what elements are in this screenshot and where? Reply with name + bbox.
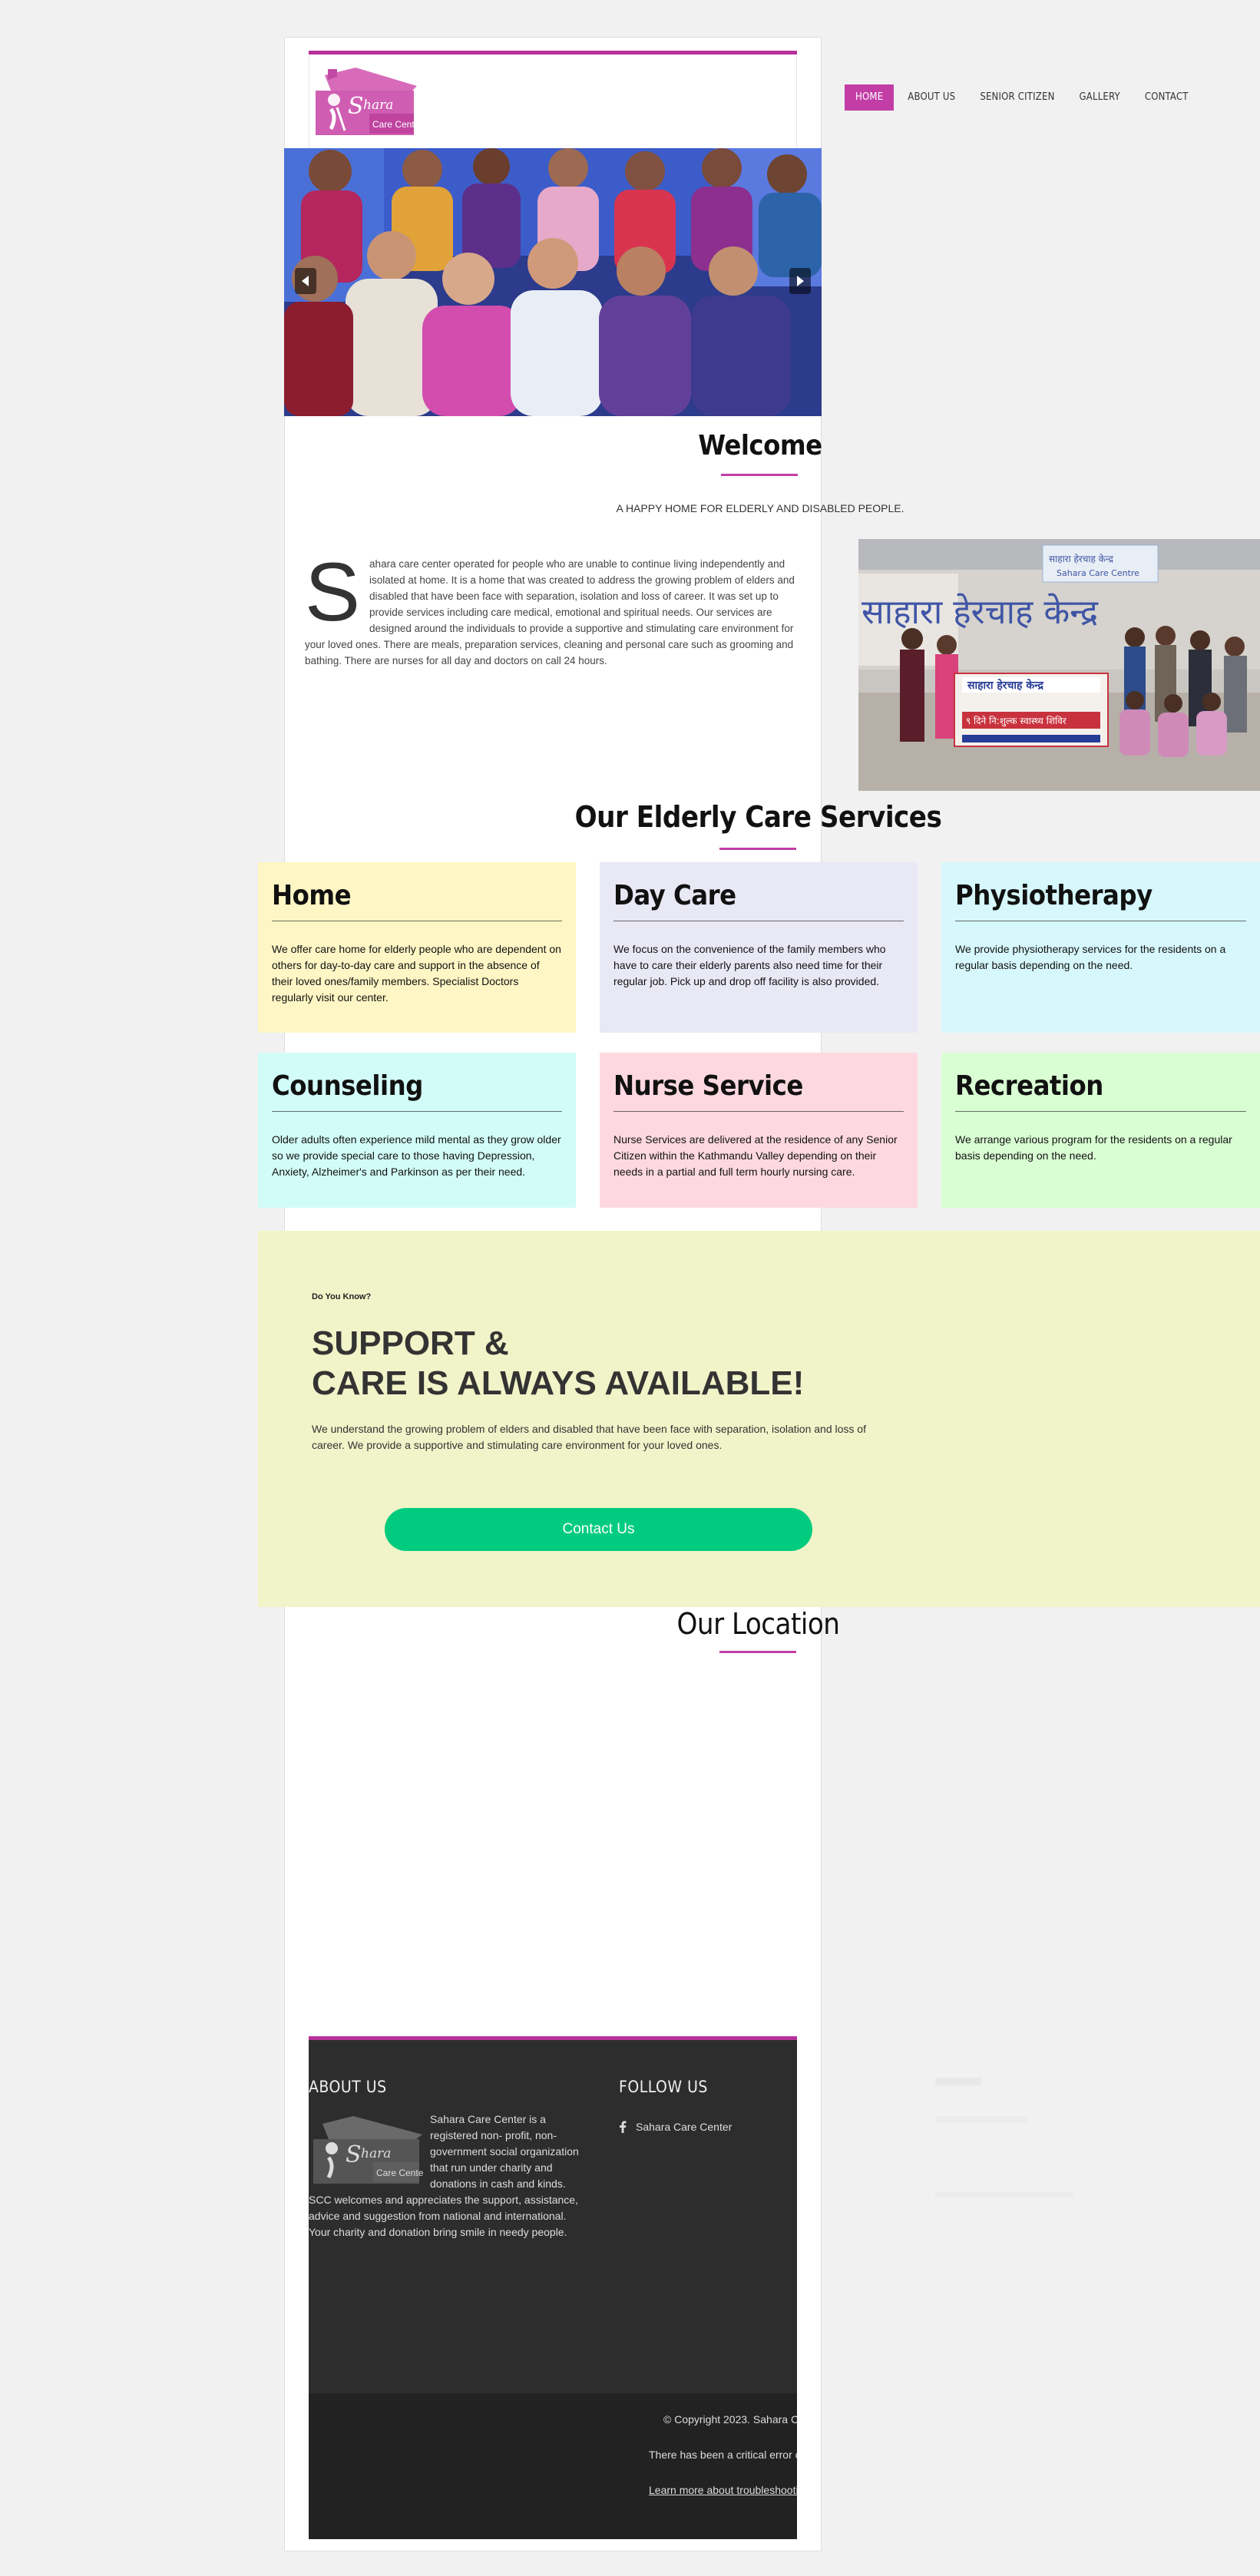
slider-next-button[interactable] (789, 268, 811, 294)
hero-slider-image (284, 148, 822, 416)
welcome-title: Welcome (698, 430, 822, 461)
facebook-link[interactable]: Sahara Care Center (619, 2121, 732, 2133)
service-card-counseling: Counseling Older adults often experience… (258, 1053, 576, 1208)
sign-small-devanagari: साहारा हेरचाह केन्द्र (1049, 554, 1114, 564)
service-card-text: We arrange various program for the resid… (955, 1133, 1232, 1162)
map-area[interactable] (309, 1666, 797, 2019)
service-card-title: Recreation (955, 1070, 1103, 1102)
service-card-day-care: Day Care We focus on the convenience of … (600, 862, 918, 1033)
sign-small-english: Sahara Care Centre (1057, 568, 1139, 578)
services-title: Our Elderly Care Services (574, 800, 942, 834)
facebook-link-label: Sahara Care Center (636, 2121, 733, 2133)
footer-about-title: ABOUT US (309, 2078, 387, 2096)
about-paragraph: S ahara care center operated for people … (305, 545, 809, 669)
support-heading-line-1: SUPPORT & (312, 1324, 509, 1362)
logo-text: hara (363, 98, 393, 113)
service-card-nurse-service: Nurse Service Nurse Services are deliver… (600, 1053, 918, 1208)
chevron-right-icon (797, 276, 804, 286)
contact-us-button[interactable]: Contact Us (385, 1508, 812, 1551)
nav-gallery[interactable]: GALLERY (1069, 84, 1131, 111)
banner-camp-text: ९ दिने नि:शुल्क स्वास्थ्य शिविर (966, 716, 1067, 727)
service-card-title: Home (272, 880, 352, 911)
service-card-title: Day Care (613, 880, 736, 911)
facebook-icon (620, 2121, 627, 2133)
main-nav: HOME ABOUT US SENIOR CITIZEN GALLERY CON… (845, 84, 1199, 111)
footer-follow-title: FOLLOW US (619, 2078, 708, 2096)
service-card-text: Nurse Services are delivered at the resi… (613, 1133, 898, 1178)
footer-about: S hara Care Center Sahara Care Center is… (309, 2111, 585, 2240)
services-underline (719, 848, 796, 850)
dropcap-letter: S (305, 545, 361, 638)
service-card-home: Home We offer care home for elderly peop… (258, 862, 576, 1033)
service-card-title: Counseling (272, 1070, 423, 1102)
card-divider (272, 1111, 562, 1112)
do-you-know-label: Do You Know? (312, 1292, 372, 1301)
service-card-text: We offer care home for elderly people wh… (272, 943, 561, 1004)
footer-bottom: © Copyright 2023. Sahara Care Center The… (309, 2393, 797, 2539)
center-group-photo: साहारा हेरचाह केन्द्र साहारा हेरचाह केन्… (858, 539, 1260, 791)
location-title: Our Location (676, 1607, 840, 1641)
footer-logo: S hara Care Center (309, 2115, 426, 2185)
service-card-physiotherapy: Physiotherapy We provide physiotherapy s… (941, 862, 1260, 1033)
nav-home[interactable]: HOME (845, 84, 895, 111)
welcome-underline (721, 474, 798, 476)
service-card-title: Physiotherapy (955, 880, 1153, 911)
logo-letter-s: S (348, 93, 364, 120)
footer-logo-letter: S (346, 2141, 362, 2168)
nav-contact[interactable]: CONTACT (1134, 84, 1199, 111)
card-divider (613, 1111, 904, 1112)
nav-about-us[interactable]: ABOUT US (897, 84, 966, 111)
service-card-text: We focus on the convenience of the famil… (613, 943, 886, 987)
logo-subtext: Care Center (372, 119, 418, 130)
service-card-title: Nurse Service (613, 1070, 803, 1102)
support-heading: SUPPORT & CARE IS ALWAYS AVAILABLE! (312, 1324, 895, 1404)
support-heading-line-2: CARE IS ALWAYS AVAILABLE! (312, 1364, 805, 1402)
support-text: We understand the growing problem of eld… (312, 1423, 866, 1451)
service-card-text: We provide physiotherapy services for th… (955, 943, 1226, 971)
footer-logo-text: hara (361, 2146, 391, 2161)
banner-title: साहारा हेरचाह केन्द्र (967, 679, 1043, 692)
service-card-recreation: Recreation We arrange various program fo… (941, 1053, 1260, 1208)
troubleshooting-link[interactable]: Learn more about troubleshooting WordPre… (649, 2484, 797, 2496)
about-text: ahara care center operated for people wh… (305, 558, 795, 666)
copyright-text: © Copyright 2023. Sahara Care Center (663, 2413, 797, 2426)
nav-senior-citizen[interactable]: SENIOR CITIZEN (969, 84, 1065, 111)
site-logo[interactable]: S hara Care Center (311, 66, 422, 137)
location-underline (719, 1651, 796, 1653)
slider-prev-button[interactable] (295, 268, 316, 294)
footer-logo-subtext: Care Center (376, 2168, 424, 2178)
critical-error-text: There has been a critical error on this … (649, 2449, 797, 2461)
welcome-tagline: A HAPPY HOME FOR ELDERLY AND DISABLED PE… (616, 502, 904, 514)
card-divider (955, 1111, 1246, 1112)
chevron-left-icon (302, 276, 309, 286)
service-card-text: Older adults often experience mild menta… (272, 1133, 561, 1178)
sign-text-devanagari: साहारा हेरचाह केन्द्र (861, 593, 1099, 632)
faint-footer-widget (935, 2078, 1073, 2197)
